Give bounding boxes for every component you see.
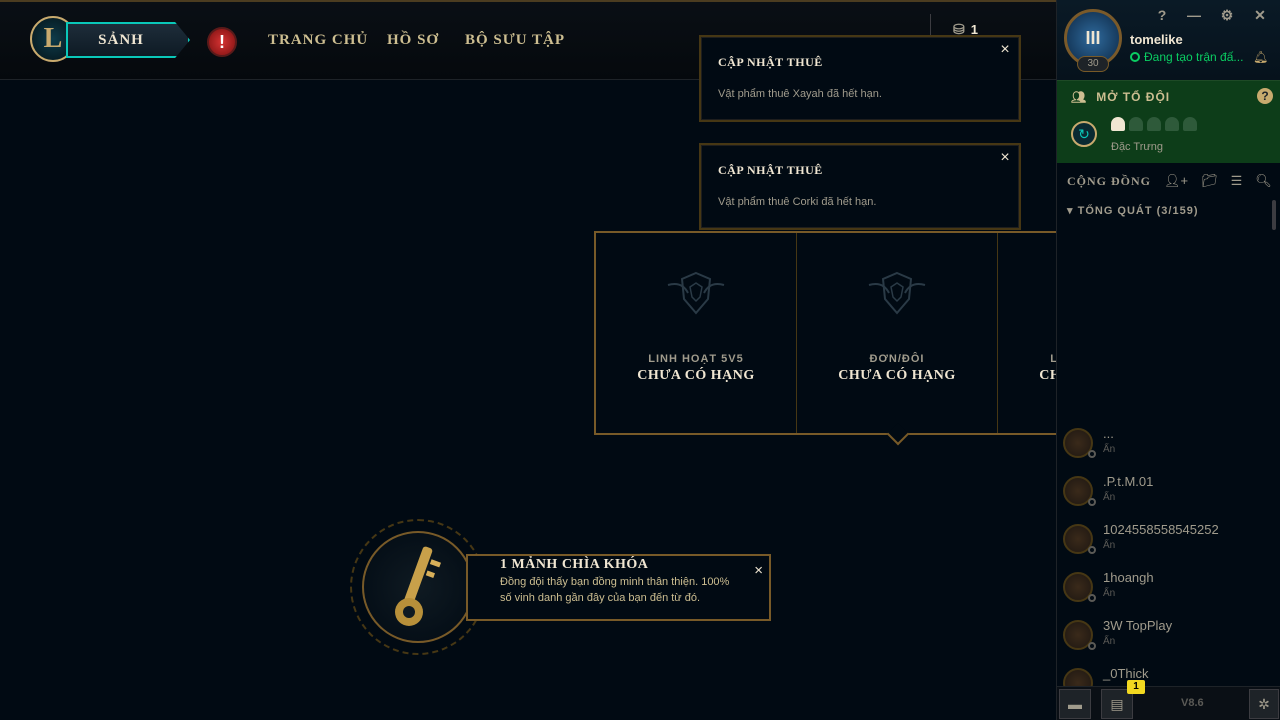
chevron-down-icon: ▾ [1067, 205, 1074, 217]
social-panel: III 30 ? — ⚙ ✕ tomelike Đang tạo trận đấ… [1056, 0, 1280, 720]
friend-name: 3W TopPlay [1103, 618, 1173, 633]
ranked-queue-flex-5v5[interactable]: LINH HOẠT 5V5 CHƯA CÓ HẠNG [596, 233, 797, 433]
list-view-icon[interactable]: ☰ [1231, 173, 1243, 189]
close-icon[interactable]: ✕ [1252, 7, 1268, 24]
friend-status: Ẩn [1103, 588, 1116, 599]
list-item[interactable]: 3W TopPlay Ẩn [1063, 614, 1273, 658]
list-item[interactable]: ... Ẩn [1063, 422, 1273, 466]
status-dot-icon [1088, 450, 1096, 458]
profile-header: III 30 ? — ⚙ ✕ tomelike Đang tạo trận đấ… [1057, 0, 1280, 80]
friend-name: .P.t.M.01 [1103, 474, 1154, 489]
status-dot-icon [1088, 498, 1096, 506]
ranked-queue-solo-duo[interactable]: ĐƠN/ĐÔI CHƯA CÓ HẠNG [797, 233, 998, 433]
bug-report-icon[interactable]: ✲ [1249, 689, 1279, 719]
notification-card: CẬP NHẬT THUÊ Vật phẩm thuê Xayah đã hết… [699, 35, 1021, 122]
notification-title: CẬP NHẬT THUÊ [718, 163, 823, 177]
nav-profile[interactable]: HỒ SƠ [387, 32, 439, 49]
game-mode-label: Đặc Trưng [1111, 141, 1163, 153]
client-version: V8.6 [1181, 697, 1204, 709]
community-header: CỘNG ĐỒNG 👤︎+ 📁︎ ☰ 🔍︎ [1067, 173, 1277, 189]
notification-message: Vật phẩm thuê Corki đã hết hạn. [718, 196, 877, 208]
notification-title: CẬP NHẬT THUÊ [718, 55, 823, 69]
queue-name: ĐƠN/ĐÔI [869, 353, 925, 365]
friend-status: Ẩn [1103, 540, 1116, 551]
party-users-icon: 👥︎ [1071, 90, 1088, 104]
chat-icon[interactable]: ▬ [1059, 689, 1091, 719]
list-item[interactable]: .P.t.M.01 Ẩn [1063, 470, 1273, 514]
notification-message: Vật phẩm thuê Xayah đã hết hạn. [718, 88, 882, 100]
friend-name: 1024558558545252 [1103, 522, 1219, 537]
status-dot-icon [1088, 546, 1096, 554]
party-slots [1111, 117, 1197, 131]
friend-name: _0Thick [1103, 666, 1149, 681]
queue-rank: CHƯA CÓ HẠNG [838, 368, 956, 383]
friend-group-header[interactable]: ▾ TỔNG QUÁT (3/159) [1067, 204, 1199, 217]
gear-icon[interactable]: ⚙ [1219, 7, 1235, 24]
search-icon[interactable]: 🔍︎ [1255, 173, 1272, 189]
avatar-emblem: III [1085, 27, 1101, 48]
open-party-section[interactable]: 👥︎ MỞ TỔ ĐỘI ? ↻ Đặc Trưng [1057, 80, 1280, 163]
close-icon[interactable]: × [997, 42, 1013, 58]
alert-symbol: ! [219, 31, 225, 52]
scrollbar[interactable] [1272, 200, 1276, 230]
party-label: MỞ TỔ ĐỘI [1096, 90, 1171, 104]
help-icon[interactable]: ? [1154, 7, 1170, 23]
notification-badge: 1 [1127, 680, 1145, 694]
key-toast-message: Đồng đội thấy bạn đồng minh thân thiện. … [500, 576, 730, 604]
party-slot-empty [1183, 117, 1197, 131]
friend-group-label: TỔNG QUÁT (3/159) [1077, 205, 1199, 217]
help-icon[interactable]: ? [1257, 88, 1273, 104]
play-button[interactable]: SẢNH [66, 22, 190, 58]
key-fragment-toast: 1 MẢNH CHÌA KHÓA Đồng đội thấy bạn đồng … [466, 554, 771, 621]
status-text: Đang tạo trận đấ... [1144, 50, 1244, 64]
party-slot-empty [1147, 117, 1161, 131]
nav-collection[interactable]: BỘ SƯU TẬP [465, 32, 565, 49]
party-slot-filled [1111, 117, 1125, 131]
list-item[interactable]: 1024558558545252 Ẩn [1063, 518, 1273, 562]
list-item[interactable]: _0Thick [1063, 662, 1273, 686]
party-slot-empty [1129, 117, 1143, 131]
queue-rank: CHƯA CÓ HẠNG [637, 368, 755, 383]
key-fragment-frame [362, 531, 474, 643]
bell-icon[interactable]: 🔔︎ [1253, 50, 1268, 64]
username[interactable]: tomelike [1130, 32, 1183, 47]
party-slot-empty [1165, 117, 1179, 131]
nav-home[interactable]: TRANG CHỦ [268, 32, 368, 49]
minimize-icon[interactable]: — [1186, 7, 1202, 23]
rank-emblem-icon [868, 271, 926, 315]
summoner-level: 30 [1077, 56, 1109, 72]
play-button-label: SẢNH [98, 31, 144, 48]
rank-emblem-icon [667, 271, 725, 315]
queue-name: LINH HOẠT 5V5 [648, 353, 744, 365]
list-item[interactable]: 1hoangh Ẩn [1063, 566, 1273, 610]
status-indicator[interactable]: Đang tạo trận đấ... [1130, 50, 1260, 64]
close-icon[interactable]: × [754, 562, 763, 579]
friend-status: Ẩn [1103, 444, 1116, 455]
logo-letter: L [43, 23, 63, 54]
social-bottom-bar: ▬ ▤ 1 V8.6 ✲ [1057, 680, 1280, 720]
status-dot-icon [1088, 642, 1096, 650]
friend-status: Ẩn [1103, 636, 1116, 647]
game-mode-icon: ↻ [1071, 121, 1097, 147]
friend-avatar [1063, 668, 1093, 686]
friend-name: 1hoangh [1103, 570, 1154, 585]
community-label: CỘNG ĐỒNG [1067, 173, 1151, 188]
add-friend-icon[interactable]: 👤︎+ [1164, 173, 1188, 189]
notification-card: CẬP NHẬT THUÊ Vật phẩm thuê Corki đã hết… [699, 143, 1021, 230]
key-icon [395, 546, 441, 626]
friend-status: Ẩn [1103, 492, 1116, 503]
status-dot-icon [1088, 594, 1096, 602]
party-header: 👥︎ MỞ TỔ ĐỘI [1071, 90, 1170, 104]
add-folder-icon[interactable]: 📁︎ [1201, 173, 1218, 189]
alert-icon[interactable]: ! [207, 27, 237, 57]
close-icon[interactable]: × [997, 150, 1013, 166]
status-dot-icon [1130, 52, 1140, 62]
friend-name: ... [1103, 426, 1114, 441]
key-toast-title: 1 MẢNH CHÌA KHÓA [500, 557, 649, 572]
